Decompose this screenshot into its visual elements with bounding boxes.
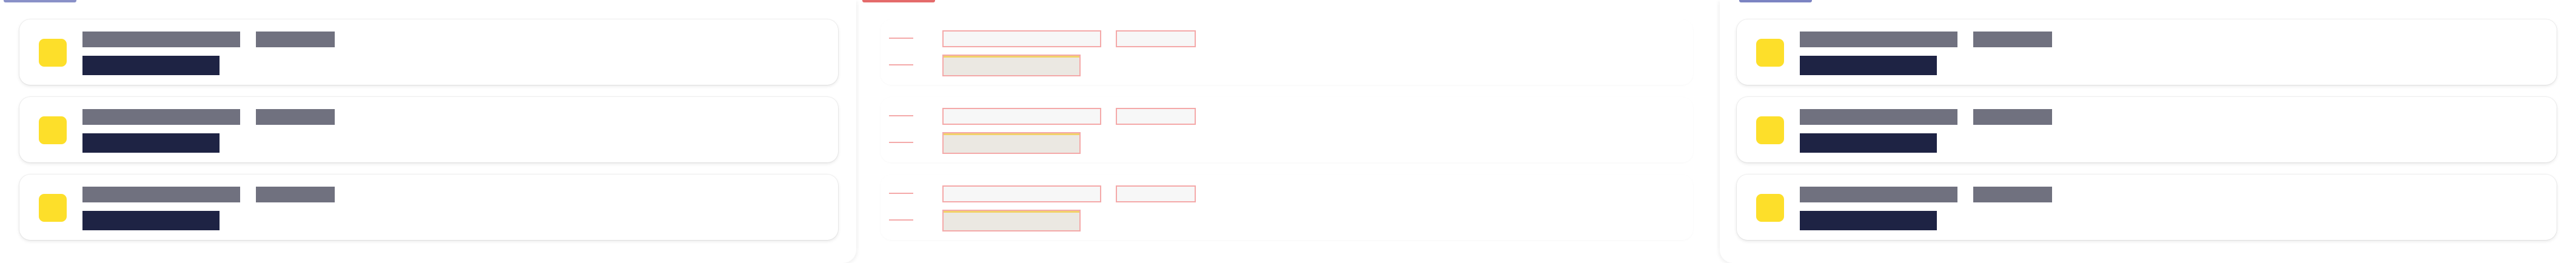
card-subtitle-placeholder	[1973, 32, 2052, 47]
card-subtitle-placeholder	[256, 109, 335, 125]
tile-icon	[39, 194, 67, 222]
skeleton-title	[942, 108, 1101, 125]
skeleton-card	[880, 97, 1693, 162]
tile-icon	[1756, 194, 1784, 222]
panel-left-accent	[4, 0, 76, 2]
card-title-placeholder	[82, 187, 240, 202]
card-subtitle-placeholder	[1973, 187, 2052, 202]
stat-card[interactable]	[1737, 19, 2557, 85]
panel-middle-loading	[859, 0, 1717, 263]
skeleton-value	[942, 132, 1081, 154]
stat-card[interactable]	[1737, 175, 2557, 240]
panel-left	[0, 0, 859, 263]
skeleton-tick	[889, 38, 913, 39]
skeleton-subtitle	[1116, 185, 1196, 202]
card-title-placeholder	[82, 109, 240, 125]
panel-right-accent	[1739, 0, 1812, 2]
card-value-placeholder	[82, 56, 220, 75]
stat-card[interactable]	[19, 175, 838, 240]
skeleton-tick	[889, 115, 913, 116]
panel-right	[1717, 0, 2576, 263]
skeleton-tick	[889, 142, 913, 143]
card-subtitle-placeholder	[1973, 109, 2052, 125]
card-value-placeholder	[82, 211, 220, 230]
card-subtitle-placeholder	[256, 32, 335, 47]
tile-icon	[39, 116, 67, 144]
card-value-placeholder	[1800, 56, 1937, 75]
stat-card[interactable]	[19, 97, 838, 162]
tile-icon	[39, 39, 67, 67]
skeleton-title	[942, 185, 1101, 202]
card-title-placeholder	[1800, 187, 1957, 202]
stat-cards-screen	[0, 0, 2576, 263]
skeleton-value	[942, 55, 1081, 76]
card-value-placeholder	[82, 133, 220, 153]
card-value-placeholder	[1800, 211, 1937, 230]
skeleton-card	[880, 19, 1693, 85]
skeleton-tick	[889, 193, 913, 194]
skeleton-value	[942, 210, 1081, 231]
card-title-placeholder	[1800, 32, 1957, 47]
skeleton-subtitle	[1116, 108, 1196, 125]
skeleton-subtitle	[1116, 30, 1196, 47]
card-title-placeholder	[82, 32, 240, 47]
skeleton-tick	[889, 64, 913, 65]
tile-icon	[1756, 39, 1784, 67]
stat-card[interactable]	[19, 19, 838, 85]
panel-middle-accent	[862, 0, 935, 2]
skeleton-title	[942, 30, 1101, 47]
skeleton-card	[880, 175, 1693, 240]
skeleton-tick	[889, 219, 913, 221]
card-value-placeholder	[1800, 133, 1937, 153]
card-title-placeholder	[1800, 109, 1957, 125]
tile-icon	[1756, 116, 1784, 144]
stat-card[interactable]	[1737, 97, 2557, 162]
card-subtitle-placeholder	[256, 187, 335, 202]
